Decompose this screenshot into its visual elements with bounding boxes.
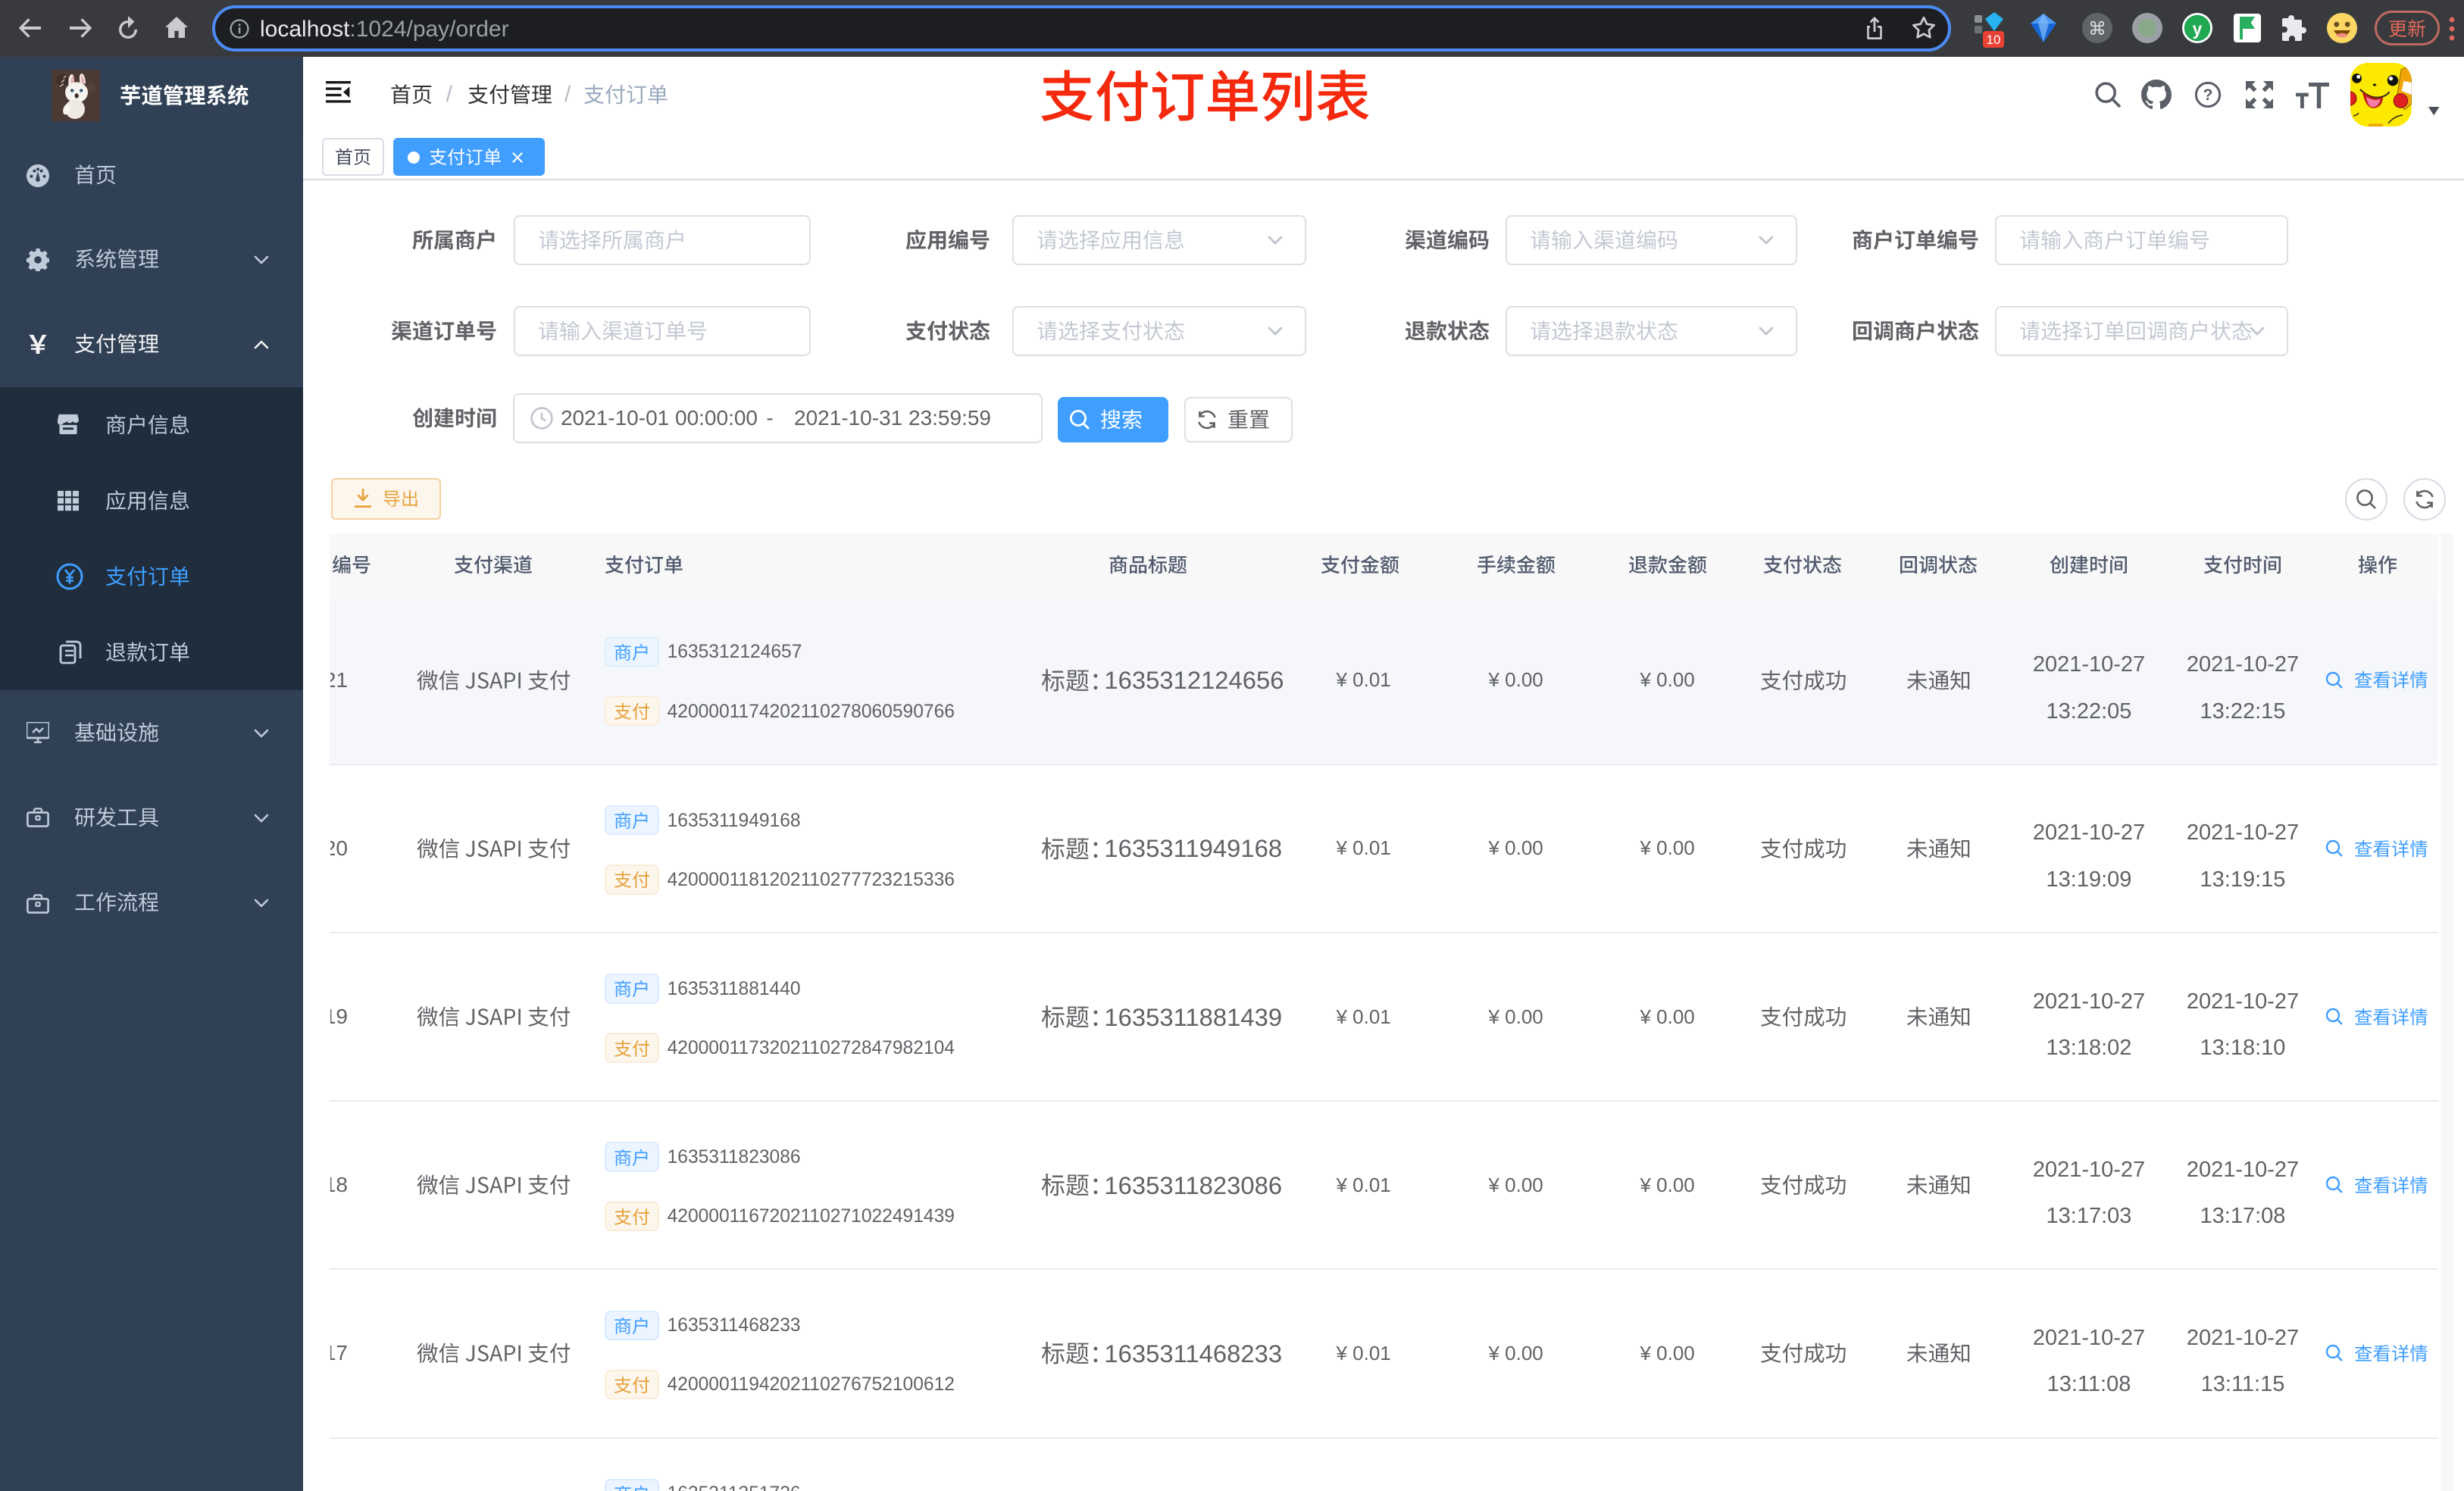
svg-text:⌘: ⌘ — [2088, 19, 2106, 39]
svg-text:y: y — [2193, 19, 2203, 39]
svg-text:10: 10 — [1987, 33, 2001, 47]
svg-text:?: ? — [2203, 86, 2213, 104]
